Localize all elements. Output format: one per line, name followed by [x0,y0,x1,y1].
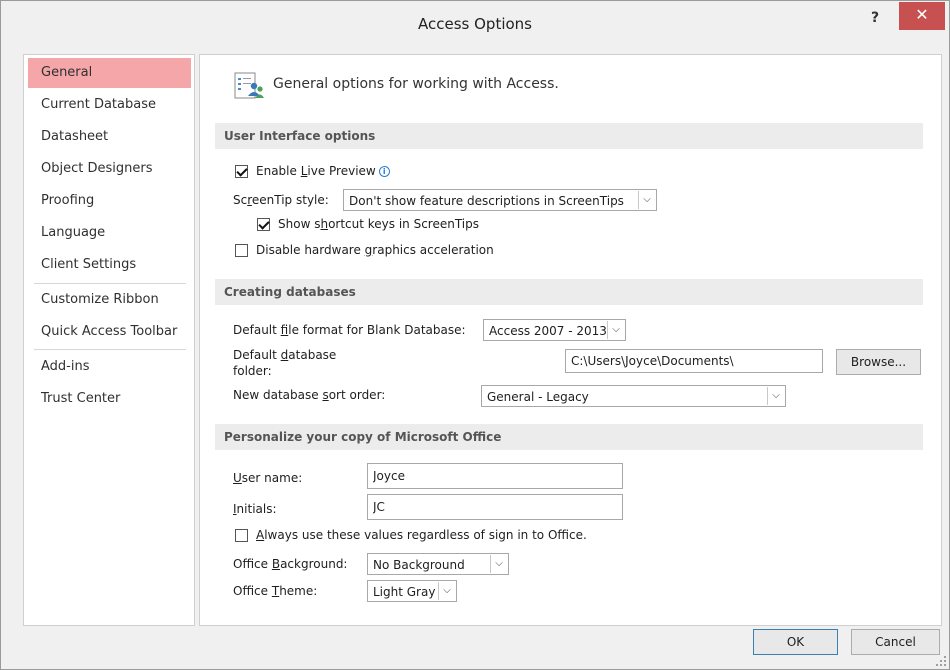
shortcut-keys-checkbox[interactable] [257,218,270,231]
database-folder-field[interactable] [565,349,823,373]
options-nav: General Current Database Datasheet Objec… [23,54,195,626]
file-format-select[interactable]: Access 2007 - 2013 ⌵ [483,319,626,341]
browse-button[interactable]: Browse... [836,349,921,375]
chevron-down-icon: ⌵ [767,387,784,405]
dialog-title: Access Options [418,15,532,33]
nav-item-add-ins[interactable]: Add-ins [28,352,191,382]
resize-grip-icon[interactable] [935,655,947,667]
shortcut-keys-label: Show shortcut keys in ScreenTips [278,217,480,231]
always-use-values-checkbox[interactable] [235,529,248,542]
section-title: Personalize your copy of Microsoft Offic… [224,430,502,444]
general-options-icon [234,72,264,99]
access-options-dialog: Access Options ? ✕ General Current Datab… [0,0,950,670]
initials-field[interactable] [367,494,623,520]
chevron-down-icon: ⌵ [638,191,655,209]
nav-item-client-settings[interactable]: Client Settings [28,250,191,280]
file-format-label: Default file format for Blank Database: [233,323,466,337]
nav-divider [34,349,186,350]
nav-item-customize-ribbon[interactable]: Customize Ribbon [28,285,191,315]
database-folder-label: Default database [233,348,337,362]
nav-item-quick-access-toolbar[interactable]: Quick Access Toolbar [28,317,191,347]
info-icon[interactable]: i [378,166,390,177]
chevron-down-icon: ⌵ [490,555,507,573]
nav-item-trust-center[interactable]: Trust Center [28,384,191,414]
section-header-creating-databases: Creating databases [215,279,923,305]
always-use-values-label: Always use these values regardless of si… [256,528,587,542]
chevron-down-icon: ⌵ [607,321,624,339]
options-content: General options for working with Access.… [199,54,942,626]
sort-order-select[interactable]: General - Legacy ⌵ [481,385,786,407]
ok-button[interactable]: OK [753,629,838,655]
title-bar: Access Options ? ✕ [1,1,949,43]
database-folder-label-line2: folder: [233,364,272,378]
live-preview-checkbox[interactable] [235,165,248,178]
nav-item-general[interactable]: General [28,58,191,88]
nav-item-language[interactable]: Language [28,218,191,248]
live-preview-label: Enable Live Preview i [256,164,390,178]
screentip-style-label: ScreenTip style: [233,193,329,207]
page-header: General options for working with Access. [273,76,559,92]
office-theme-select[interactable]: Light Gray ⌵ [367,580,457,602]
nav-item-object-designers[interactable]: Object Designers [28,154,191,184]
user-name-label: User name: [233,471,303,485]
nav-item-current-database[interactable]: Current Database [28,90,191,120]
initials-label: Initials: [233,502,277,516]
nav-divider [34,283,186,284]
nav-item-proofing[interactable]: Proofing [28,186,191,216]
close-button[interactable]: ✕ [899,2,945,30]
chevron-down-icon: ⌵ [438,582,455,600]
section-header-personalize: Personalize your copy of Microsoft Offic… [215,424,923,450]
section-header-ui: User Interface options [215,123,923,149]
sort-order-label: New database sort order: [233,388,386,402]
cancel-button[interactable]: Cancel [851,629,940,655]
section-title: User Interface options [224,129,376,143]
section-title: Creating databases [224,285,356,299]
user-name-field[interactable] [367,463,623,489]
nav-item-datasheet[interactable]: Datasheet [28,122,191,152]
hardware-acceleration-label: Disable hardware graphics acceleration [256,243,494,257]
office-theme-label: Office Theme: [233,584,318,598]
office-background-label: Office Background: [233,557,348,571]
office-background-select[interactable]: No Background ⌵ [367,553,509,575]
screentip-style-select[interactable]: Don't show feature descriptions in Scree… [343,189,657,211]
help-button[interactable]: ? [863,7,887,31]
hardware-acceleration-checkbox[interactable] [235,244,248,257]
